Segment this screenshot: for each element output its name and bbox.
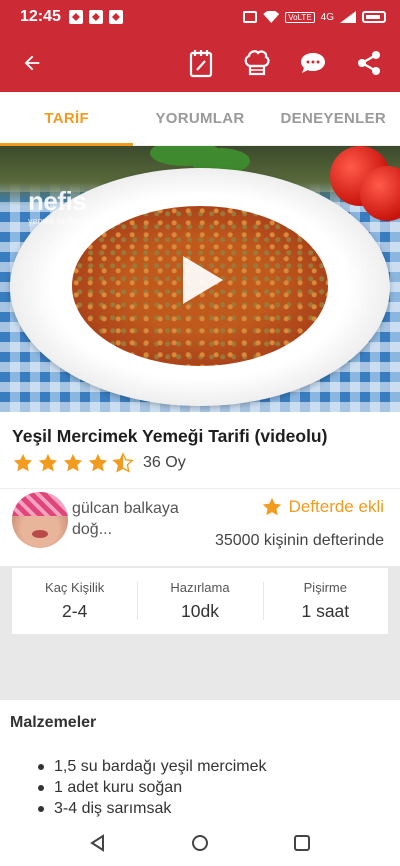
ingredients-list: 1,5 su bardağı yeşil mercimek 1 adet kur… [38,756,267,819]
favorite-button[interactable]: Defterde ekli [261,496,384,518]
stat-label: Pişirme [303,580,347,595]
wifi-icon [263,11,280,23]
notification-icon [88,10,103,24]
triangle-back-icon [90,834,104,852]
recipe-title: Yeşil Mercimek Yemeği Tarifi (videolu) [12,426,328,446]
tab-comments[interactable]: YORUMLAR [133,92,266,145]
stat-label: Hazırlama [170,580,230,595]
notification-icon [68,10,83,24]
system-indicators: VoLTE 4G [243,11,386,23]
nav-back-button[interactable] [87,832,109,854]
vibrate-icon [243,11,258,23]
stat-label: Kaç Kişilik [45,580,105,595]
avatar[interactable] [12,492,68,548]
favorite-label: Defterde ekli [288,497,384,516]
status-time: 12:45 [20,8,61,25]
list-item: 1,5 su bardağı yeşil mercimek [38,758,267,775]
nav-home-button[interactable] [189,832,211,854]
recipe-stats: Kaç Kişilik 2-4 Hazırlama 10dk Pişirme 1… [12,568,388,634]
star-half-icon [112,452,134,473]
favorite-count: 35000 kişinin defterinde [214,532,384,549]
star-icon [38,453,58,472]
stat-cook-time: Pişirme 1 saat [262,580,388,622]
tab-recipe[interactable]: TARİF [0,92,134,146]
share-button[interactable] [352,46,386,80]
volte-badge: VoLTE [285,11,315,23]
chef-hat-icon [244,50,270,76]
chef-button[interactable] [240,46,274,80]
recipe-info-card: Yeşil Mercimek Yemeği Tarifi (videolu) 3… [0,412,400,566]
brand-logo: nefis [28,186,87,216]
author-name[interactable]: gülcan balkaya doğ... [72,498,182,540]
toolbar-actions [184,46,386,80]
notes-button[interactable] [184,46,218,80]
battery-icon [362,11,386,23]
star-icon [63,453,83,472]
stat-value: 2-4 [62,601,88,621]
star-icon [88,453,108,472]
stat-servings: Kaç Kişilik 2-4 [12,580,137,622]
stat-value: 10dk [181,601,219,621]
notification-icons [68,10,123,24]
comments-button[interactable] [296,46,330,80]
square-recents-icon [294,835,310,851]
notepad-icon [189,50,213,78]
star-icon [13,453,33,472]
stat-value: 1 saat [301,601,350,621]
share-icon [358,51,380,75]
divider [0,488,400,489]
list-item: 1 adet kuru soğan [38,777,267,798]
brand-subtitle: yemek tarifleri [28,216,85,226]
network-type: 4G [320,11,334,23]
nav-recents-button[interactable] [291,832,313,854]
chat-bubble-icon [301,53,325,73]
ingredients-title: Malzemeler [10,714,97,731]
star-icon [262,497,281,516]
spacer [0,634,400,700]
recipe-video-thumbnail[interactable]: nefis yemek tarifleri [0,146,400,412]
signal-icon [340,11,356,23]
rating[interactable]: 36 Oy [12,452,186,474]
list-item: 3-4 diş sarımsak [38,798,267,819]
play-icon[interactable] [179,252,227,308]
ingredients-section: Malzemeler 1,5 su bardağı yeşil mercimek… [0,700,400,820]
tab-bar: TARİF YORUMLAR DENEYENLER [0,92,400,146]
notification-icon [108,10,123,24]
app-bar [0,34,400,92]
arrow-left-icon [24,55,40,71]
circle-home-icon [192,835,208,851]
back-button[interactable] [14,45,50,81]
tab-tried[interactable]: DENEYENLER [267,92,400,145]
stat-prep-time: Hazırlama 10dk [137,580,262,622]
system-nav-bar [0,820,400,866]
status-bar: 12:45 VoLTE 4G [0,0,400,34]
rating-count: 36 Oy [143,454,186,471]
